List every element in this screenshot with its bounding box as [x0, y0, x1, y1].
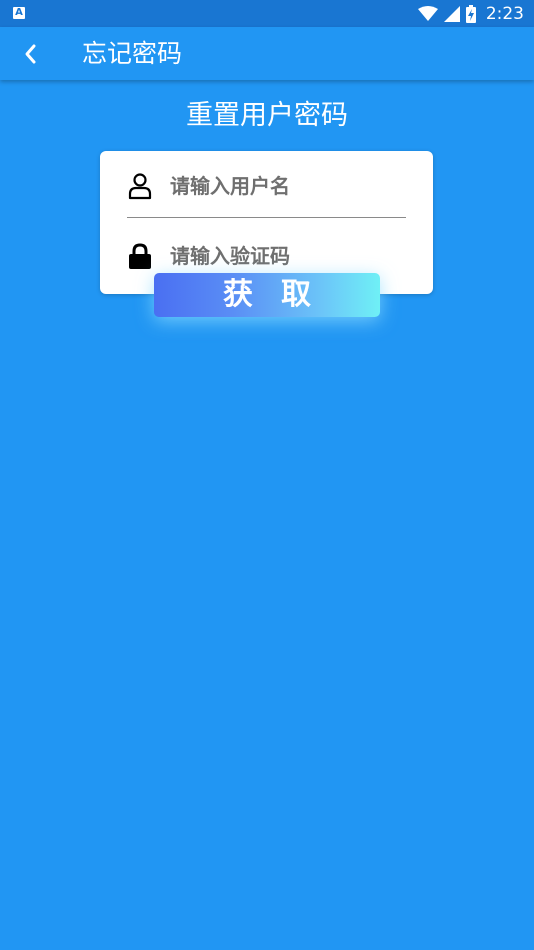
status-bar: A 2:23 [0, 0, 534, 27]
page-title: 重置用户密码 [186, 100, 348, 131]
system-icons: 2:23 [417, 0, 524, 27]
notification-icon: A [13, 7, 25, 19]
get-code-button[interactable]: 获取 [154, 273, 380, 317]
verification-code-input[interactable] [170, 238, 410, 274]
username-input[interactable] [170, 168, 410, 204]
lock-icon [129, 243, 151, 269]
back-button[interactable] [14, 39, 46, 69]
signal-icon [443, 5, 460, 22]
battery-charging-icon [465, 4, 476, 23]
username-row [100, 156, 433, 216]
wifi-icon [417, 5, 438, 21]
app-bar-title: 忘记密码 [82, 39, 183, 68]
divider [127, 217, 406, 218]
user-icon [128, 173, 152, 200]
clock: 2:23 [485, 3, 524, 24]
app-bar: 忘记密码 [0, 27, 534, 80]
chevron-left-icon [25, 44, 36, 64]
